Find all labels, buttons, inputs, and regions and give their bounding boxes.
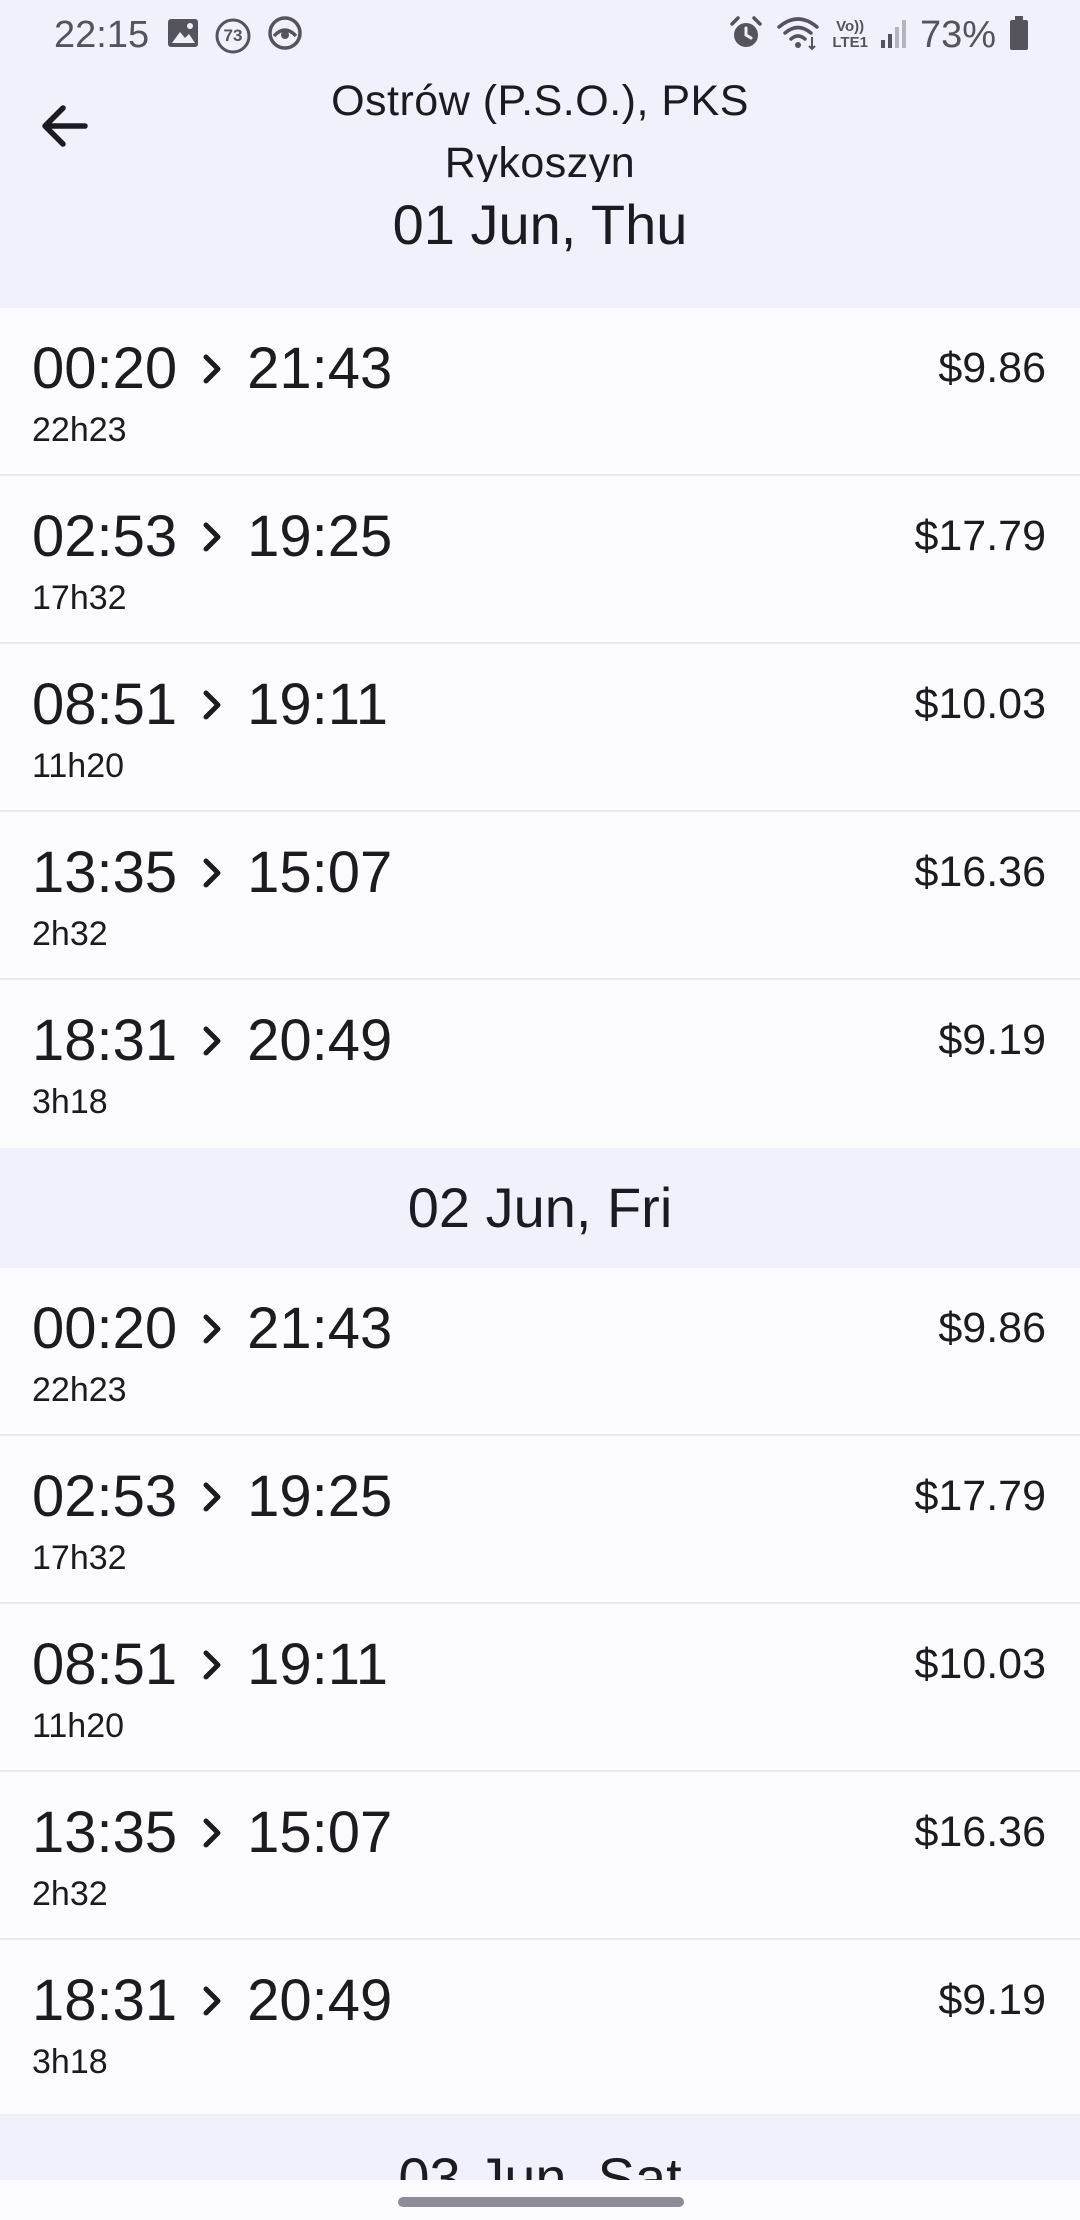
trip-price: $10.03	[914, 1640, 1046, 1688]
trip-price: $9.19	[938, 1016, 1046, 1064]
trip-duration: 11h20	[32, 1707, 125, 1745]
trip-duration: 17h32	[32, 1539, 127, 1577]
trip-duration: 3h18	[32, 2043, 108, 2081]
departure-time: 02:53	[32, 504, 178, 569]
image-icon	[166, 16, 200, 55]
trip-duration: 2h32	[32, 1875, 108, 1913]
date-label: 02 Jun, Fri	[407, 1176, 673, 1239]
chevron-right-icon	[177, 838, 247, 908]
app-header: Ostrów (P.S.O.), PKS Rykoszyn	[0, 70, 1080, 187]
status-bar: 22:15 73 Vo)) LTE1 73%	[0, 0, 1080, 70]
date-header: 03 Jun, Sat	[0, 2114, 1080, 2180]
departure-time: 02:53	[32, 1464, 178, 1529]
date-label: 01 Jun, Thu	[392, 193, 688, 256]
departure-time: 18:31	[32, 1008, 178, 1073]
trip-times: 00:20 21:43	[32, 1294, 392, 1364]
chevron-right-icon	[177, 502, 247, 572]
trip-row[interactable]: 08:51 19:11 11h20 $10.03	[0, 644, 1080, 812]
departure-time: 08:51	[32, 1632, 178, 1697]
arrival-time: 21:43	[247, 1296, 393, 1361]
badge-73-icon: 73	[214, 17, 252, 55]
status-notification-icons: 73	[166, 14, 304, 57]
trip-row[interactable]: 02:53 19:25 17h32 $17.79	[0, 476, 1080, 644]
trip-times: 08:51 19:11	[32, 670, 388, 740]
departure-time: 13:35	[32, 840, 178, 905]
trip-duration: 3h18	[32, 1083, 108, 1121]
status-system-icons: Vo)) LTE1 73%	[728, 10, 1030, 60]
trip-price: $10.03	[914, 680, 1046, 728]
title-origin: Ostrów (P.S.O.), PKS	[331, 77, 749, 125]
volte-label-top: Vo))	[836, 18, 865, 35]
trip-row[interactable]: 13:35 15:07 2h32 $16.36	[0, 1772, 1080, 1940]
trip-times: 02:53 19:25	[32, 502, 392, 572]
departure-time: 18:31	[32, 1968, 178, 2033]
chevron-right-icon	[177, 1006, 247, 1076]
arrow-left-icon	[42, 105, 88, 147]
signal-icon	[880, 16, 908, 55]
arrival-time: 20:49	[247, 1008, 393, 1073]
departure-time: 08:51	[32, 672, 178, 737]
date-label: 03 Jun, Sat	[398, 2146, 682, 2180]
trip-row[interactable]: 13:35 15:07 2h32 $16.36	[0, 812, 1080, 980]
trip-row[interactable]: 00:20 21:43 22h23 $9.86	[0, 1268, 1080, 1436]
chevron-right-icon	[177, 1462, 247, 1532]
battery-percent: 73%	[919, 14, 996, 56]
trip-price: $9.86	[938, 1304, 1046, 1352]
chevron-right-icon	[177, 1630, 247, 1700]
trip-price: $16.36	[914, 848, 1046, 896]
trip-row[interactable]: 02:53 19:25 17h32 $17.79	[0, 1436, 1080, 1604]
departure-time: 13:35	[32, 1800, 178, 1865]
trip-times: 13:35 15:07	[32, 1798, 392, 1868]
arrival-time: 15:07	[247, 840, 393, 905]
trip-times: 02:53 19:25	[32, 1462, 392, 1532]
trip-duration: 2h32	[32, 915, 108, 953]
gesture-nav-area	[0, 2180, 1080, 2220]
trip-times: 08:51 19:11	[32, 1630, 388, 1700]
trip-duration: 17h32	[32, 579, 127, 617]
badge-73-text: 73	[223, 25, 243, 45]
chevron-right-icon	[177, 670, 247, 740]
trip-price: $17.79	[914, 512, 1046, 560]
trip-price: $9.86	[938, 344, 1046, 392]
arrival-time: 19:11	[247, 1632, 388, 1697]
back-button[interactable]	[28, 90, 100, 162]
arrival-time: 15:07	[247, 1800, 393, 1865]
arrival-time: 21:43	[247, 336, 393, 401]
volte-label-bottom: LTE1	[832, 34, 868, 51]
chevron-right-icon	[177, 1798, 247, 1868]
arrival-time: 19:25	[247, 504, 393, 569]
trip-price: $17.79	[914, 1472, 1046, 1520]
trip-times: 00:20 21:43	[32, 334, 392, 404]
battery-icon	[1008, 15, 1030, 56]
trip-times: 13:35 15:07	[32, 838, 392, 908]
home-gesture-bar[interactable]	[398, 2197, 684, 2207]
trip-times: 18:31 20:49	[32, 1006, 392, 1076]
page-title: Ostrów (P.S.O.), PKS Rykoszyn	[140, 70, 940, 194]
status-time: 22:15	[54, 14, 150, 56]
trip-row[interactable]: 08:51 19:11 11h20 $10.03	[0, 1604, 1080, 1772]
arrival-time: 20:49	[247, 1968, 393, 2033]
date-header: 02 Jun, Fri	[0, 1148, 1080, 1268]
trip-row[interactable]: 18:31 20:49 3h18 $9.19	[0, 980, 1080, 1148]
chevron-right-icon	[177, 1966, 247, 2036]
alarm-icon	[728, 15, 764, 56]
trip-row[interactable]: 00:20 21:43 22h23 $9.86	[0, 308, 1080, 476]
trip-duration: 11h20	[32, 747, 125, 785]
arrival-time: 19:11	[247, 672, 388, 737]
arrival-time: 19:25	[247, 1464, 393, 1529]
vpn-icon	[266, 14, 304, 57]
trip-duration: 22h23	[32, 411, 127, 449]
chevron-right-icon	[177, 334, 247, 404]
chevron-right-icon	[177, 1294, 247, 1364]
departure-time: 00:20	[32, 1296, 178, 1361]
wifi-icon	[776, 15, 820, 56]
trip-price: $16.36	[914, 1808, 1046, 1856]
trip-times: 18:31 20:49	[32, 1966, 392, 2036]
date-header: 01 Jun, Thu	[0, 182, 1080, 308]
trip-row[interactable]: 18:31 20:49 3h18 $9.19	[0, 1940, 1080, 2114]
trip-duration: 22h23	[32, 1371, 127, 1409]
volte-icon: Vo)) LTE1	[832, 19, 868, 51]
departure-time: 00:20	[32, 336, 178, 401]
trip-price: $9.19	[938, 1976, 1046, 2024]
